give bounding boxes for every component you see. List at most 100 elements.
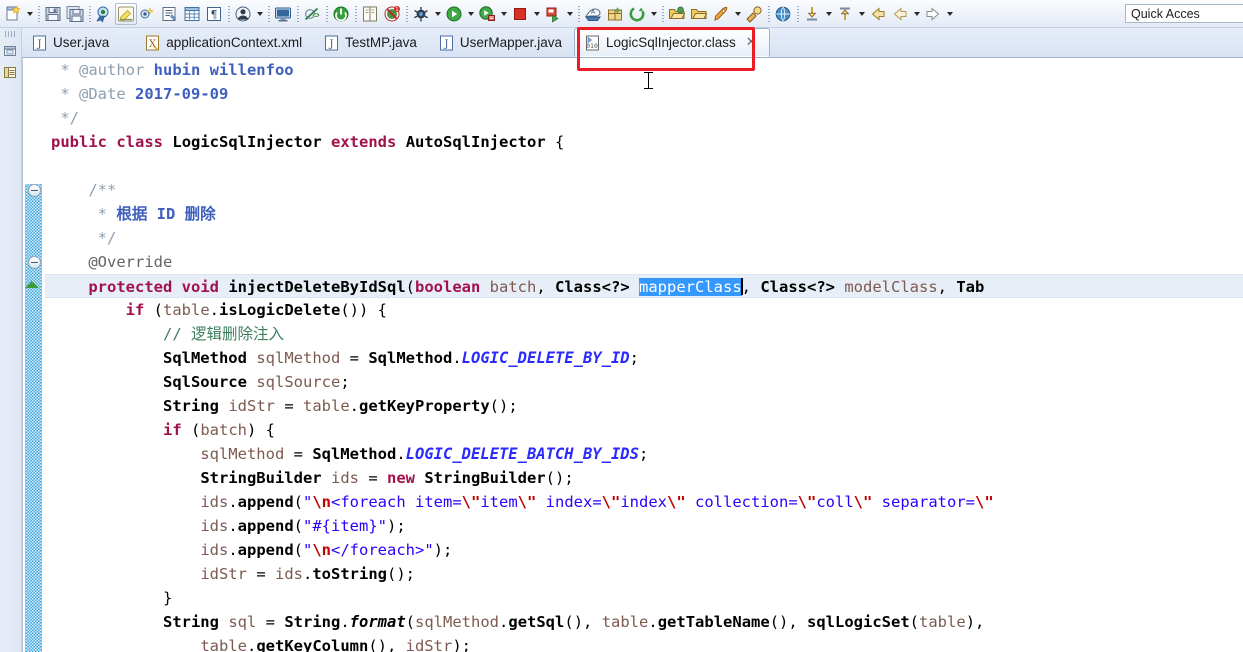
editor-folding-gutter[interactable] bbox=[23, 58, 45, 652]
console-icon[interactable] bbox=[272, 3, 294, 25]
code-line[interactable]: String sql = String.format(sqlMethod.get… bbox=[45, 610, 1243, 634]
chevron-down-icon[interactable] bbox=[254, 3, 265, 25]
chevron-down-icon[interactable] bbox=[648, 3, 659, 25]
code-line[interactable]: ids.append("\n</foreach>"); bbox=[45, 538, 1243, 562]
run-external-tools-icon[interactable] bbox=[476, 3, 498, 25]
fold-collapse-icon[interactable] bbox=[28, 256, 41, 269]
web-browser-icon[interactable] bbox=[772, 3, 794, 25]
chevron-down-icon[interactable] bbox=[732, 3, 743, 25]
code-line[interactable]: SqlMethod sqlMethod = SqlMethod.LOGIC_DE… bbox=[45, 346, 1243, 370]
run-last-icon[interactable] bbox=[542, 3, 564, 25]
chevron-down-icon[interactable] bbox=[564, 3, 575, 25]
chevron-down-icon[interactable] bbox=[944, 3, 955, 25]
code-line[interactable]: protected void injectDeleteByIdSql(boole… bbox=[45, 274, 1243, 298]
code-line[interactable]: * @Date 2017-09-09 bbox=[45, 82, 1243, 106]
code-line[interactable]: * 根据 ID 删除 bbox=[45, 202, 1243, 226]
chevron-down-icon[interactable] bbox=[465, 3, 476, 25]
editor-tab-user-java[interactable]: J User.java bbox=[22, 28, 121, 57]
new-package-icon[interactable] bbox=[604, 3, 626, 25]
skip-breakpoints-icon[interactable] bbox=[301, 3, 323, 25]
code-line[interactable]: /** bbox=[45, 178, 1243, 202]
chevron-down-icon[interactable] bbox=[24, 3, 35, 25]
chevron-down-icon[interactable] bbox=[856, 3, 867, 25]
code-line[interactable]: String idStr = table.getKeyProperty(); bbox=[45, 394, 1243, 418]
code-line[interactable] bbox=[45, 154, 1243, 178]
code-line[interactable]: if (batch) { bbox=[45, 418, 1243, 442]
editor-tab-bar: J User.java XapplicationContext.xml J TestMP… bbox=[22, 28, 1243, 58]
code-line[interactable]: * @author hubin willenfoo bbox=[45, 58, 1243, 82]
chevron-down-icon[interactable] bbox=[432, 3, 443, 25]
code-line[interactable]: ids.append("\n<foreach item=\"item\" ind… bbox=[45, 490, 1243, 514]
chevron-down-icon[interactable] bbox=[531, 3, 542, 25]
code-line[interactable]: // 逻辑删除注入 bbox=[45, 322, 1243, 346]
code-line[interactable]: StringBuilder ids = new StringBuilder(); bbox=[45, 466, 1243, 490]
deploy-rocket-icon[interactable] bbox=[710, 3, 732, 25]
code-token: sqlLogicSet bbox=[807, 613, 910, 631]
code-line[interactable]: */ bbox=[45, 226, 1243, 250]
code-line[interactable]: */ bbox=[45, 106, 1243, 130]
code-line[interactable]: table.getKeyColumn(), idStr); bbox=[45, 634, 1243, 652]
left-fast-view-bar[interactable] bbox=[0, 28, 22, 652]
chevron-down-icon[interactable] bbox=[911, 3, 922, 25]
server-start-icon[interactable] bbox=[330, 3, 352, 25]
code-line[interactable]: SqlSource sqlSource; bbox=[45, 370, 1243, 394]
table-view-icon[interactable] bbox=[181, 3, 203, 25]
code-line[interactable]: } bbox=[45, 586, 1243, 610]
svg-text:¶: ¶ bbox=[211, 8, 218, 21]
paragraph-icon[interactable]: ¶ bbox=[203, 3, 225, 25]
print-icon[interactable] bbox=[93, 3, 115, 25]
highlight-marker-icon[interactable] bbox=[115, 2, 137, 25]
close-icon[interactable]: ✕ bbox=[746, 36, 757, 49]
open-type-icon[interactable] bbox=[159, 3, 181, 25]
code-token: String bbox=[162, 397, 219, 415]
fold-collapse-icon[interactable] bbox=[28, 184, 41, 197]
restore-view-icon[interactable] bbox=[2, 41, 20, 59]
code-text-area[interactable]: * @author hubin willenfoo * @Date 2017-0… bbox=[45, 58, 1243, 652]
chevron-down-icon[interactable] bbox=[823, 3, 834, 25]
terminate-icon[interactable] bbox=[509, 3, 531, 25]
editor-tab-logicsqlinjector-class[interactable]: 010 LogicSqlInjector.class ✕ bbox=[573, 28, 770, 57]
code-line[interactable]: idStr = ids.toString(); bbox=[45, 562, 1243, 586]
publish-icon[interactable] bbox=[743, 3, 765, 25]
chevron-down-icon[interactable] bbox=[498, 3, 509, 25]
step-into-icon[interactable] bbox=[801, 3, 823, 25]
problems-icon[interactable]: 1 bbox=[381, 3, 403, 25]
code-token: separator= bbox=[872, 493, 975, 511]
drag-handle-dots[interactable] bbox=[4, 31, 17, 37]
code-line[interactable]: @Override bbox=[45, 250, 1243, 274]
code-line[interactable]: ids.append("#{item}"); bbox=[45, 514, 1243, 538]
editor-tab-applicationcontext-xml[interactable]: XapplicationContext.xml bbox=[135, 28, 314, 57]
new-wizard-icon[interactable] bbox=[2, 3, 24, 25]
code-token: . bbox=[396, 445, 406, 463]
code-line[interactable]: public class LogicSqlInjector extends Au… bbox=[45, 130, 1243, 154]
editor-tab-testmp-java[interactable]: J TestMP.java bbox=[314, 28, 429, 57]
forward-arrow-icon[interactable] bbox=[922, 3, 944, 25]
quick-fix-icon[interactable] bbox=[137, 3, 159, 25]
refresh-icon[interactable] bbox=[626, 3, 648, 25]
debug-bug-icon[interactable] bbox=[410, 3, 432, 25]
code-editor[interactable]: * @author hubin willenfoo * @Date 2017-0… bbox=[22, 58, 1243, 652]
import-folder-icon[interactable] bbox=[688, 3, 710, 25]
previous-annotation-icon[interactable] bbox=[889, 3, 911, 25]
user-profile-icon[interactable] bbox=[232, 3, 254, 25]
code-line[interactable]: if (table.isLogicDelete()) { bbox=[45, 298, 1243, 322]
save-icon[interactable] bbox=[42, 3, 64, 25]
ant-build-icon[interactable]: A bbox=[582, 3, 604, 25]
open-folder-icon[interactable] bbox=[666, 3, 688, 25]
code-token: (), bbox=[564, 613, 602, 631]
package-explorer-icon[interactable] bbox=[2, 63, 20, 81]
run-icon[interactable] bbox=[443, 3, 465, 25]
save-all-icon[interactable] bbox=[64, 3, 86, 25]
step-return-icon[interactable] bbox=[834, 3, 856, 25]
quick-access-input[interactable]: Quick Acces bbox=[1125, 4, 1243, 23]
back-arrow-icon[interactable] bbox=[867, 3, 889, 25]
code-line[interactable]: sqlMethod = SqlMethod.LOGIC_DELETE_BATCH… bbox=[45, 442, 1243, 466]
editor-tab-usermapper-java[interactable]: J UserMapper.java bbox=[429, 28, 574, 57]
book-icon[interactable] bbox=[359, 3, 381, 25]
